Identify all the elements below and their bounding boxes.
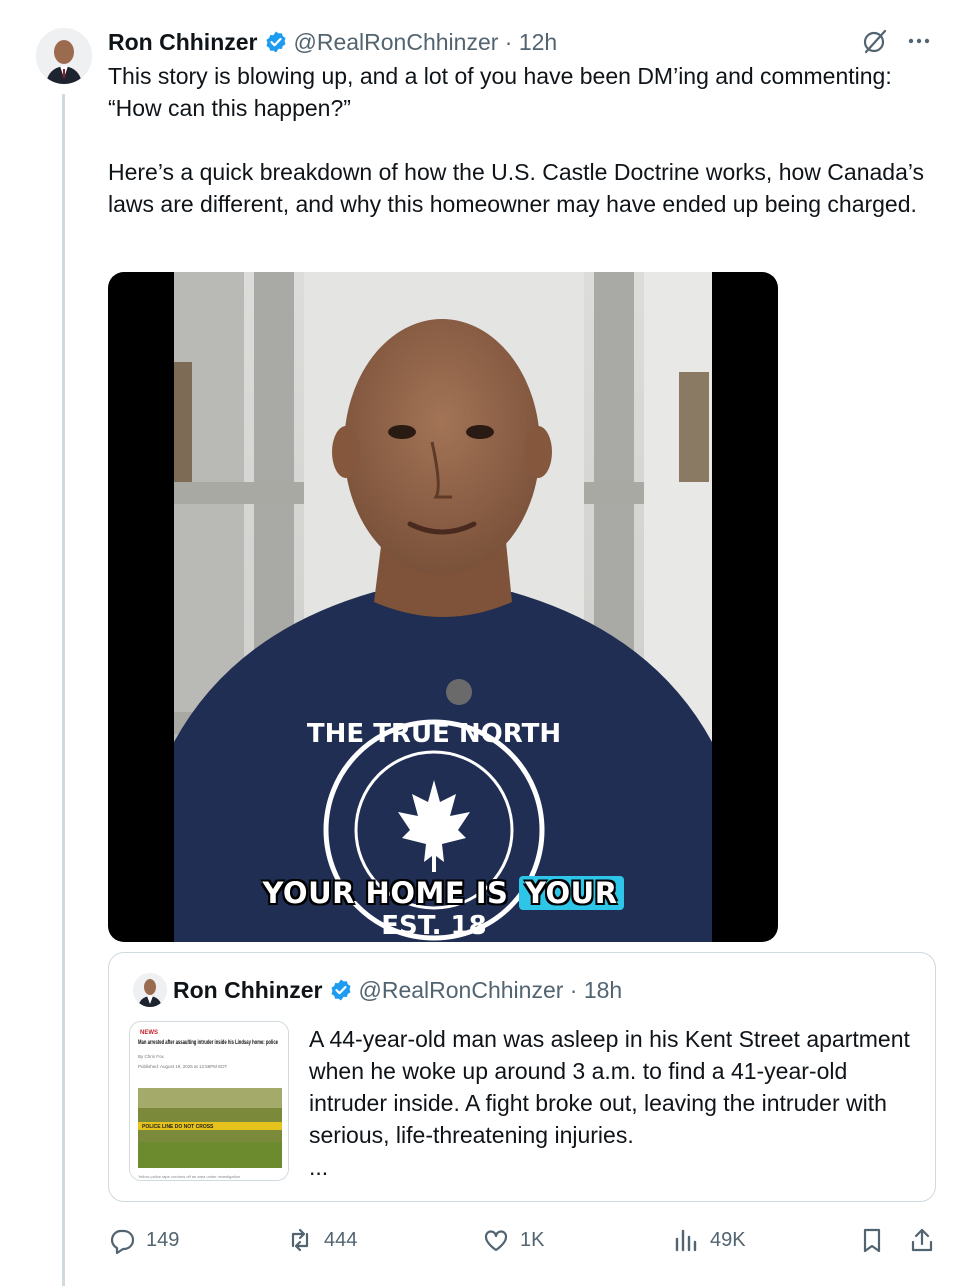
quoted-more[interactable]: ... xyxy=(309,1151,921,1183)
tweet-text: This story is blowing up, and a lot of y… xyxy=(108,60,928,220)
shirt-text-bottom: EST. 18 xyxy=(381,911,486,941)
bookmark-icon xyxy=(863,1228,881,1253)
thumb-tag: NEWS xyxy=(140,1030,158,1036)
views-button[interactable]: 49K xyxy=(672,1222,746,1258)
reply-icon xyxy=(110,1229,135,1254)
quoted-author-avatar[interactable] xyxy=(133,973,167,1007)
quoted-header: Ron Chhinzer @RealRonChhinzer · 18h xyxy=(173,973,622,1007)
share-button[interactable] xyxy=(908,1222,936,1258)
thread-line xyxy=(62,94,65,1286)
views-icon xyxy=(675,1229,697,1252)
quoted-text: A 44-year-old man was asleep in his Kent… xyxy=(309,1023,921,1183)
like-button[interactable]: 1K xyxy=(482,1222,544,1258)
thumb-published: Published: August 19, 2025 at 12:56PM ED… xyxy=(138,1064,228,1069)
repost-button[interactable]: 444 xyxy=(286,1222,357,1258)
caption-highlight: YOUR xyxy=(519,876,624,910)
action-bar: 149 444 1K 49K xyxy=(108,1222,936,1258)
verified-badge-icon[interactable] xyxy=(264,30,288,54)
more-icon[interactable] xyxy=(904,26,934,56)
reply-count: 149 xyxy=(146,1228,180,1251)
caption-text: YOUR HOME IS xyxy=(262,876,509,910)
thumb-tape: POLICE LINE DO NOT CROSS xyxy=(142,1124,214,1130)
video-frame: THE TRUE NORTH EST. 18 xyxy=(174,272,712,942)
share-icon xyxy=(911,1228,933,1252)
quoted-thumbnail[interactable]: NEWS Man arrested after assaulting intru… xyxy=(129,1021,289,1181)
quoted-body: A 44-year-old man was asleep in his Kent… xyxy=(309,1026,910,1148)
tweet-header: Ron Chhinzer @RealRonChhinzer · 12h xyxy=(108,26,934,58)
thumb-caption: Yellow police tape cordons off an area u… xyxy=(138,1174,240,1179)
quoted-handle-time[interactable]: @RealRonChhinzer · 18h xyxy=(359,977,623,1004)
video-caption: YOUR HOME IS YOUR xyxy=(108,876,778,910)
like-count: 1K xyxy=(520,1228,545,1251)
reply-button[interactable]: 149 xyxy=(108,1222,179,1258)
quoted-author-name[interactable]: Ron Chhinzer xyxy=(173,977,323,1004)
author-handle-time[interactable]: @RealRonChhinzer · 12h xyxy=(294,29,558,56)
view-count: 49K xyxy=(710,1228,746,1251)
thumb-byline: By Chris Fox xyxy=(138,1054,165,1059)
tweet-paragraph: Here’s a quick breakdown of how the U.S.… xyxy=(108,159,925,217)
like-icon xyxy=(484,1230,508,1252)
author-name[interactable]: Ron Chhinzer xyxy=(108,29,258,56)
quoted-tweet[interactable]: Ron Chhinzer @RealRonChhinzer · 18h NEWS… xyxy=(108,952,936,1202)
verified-badge-icon[interactable] xyxy=(329,978,353,1002)
repost-icon xyxy=(291,1228,309,1252)
shirt-text-top: THE TRUE NORTH xyxy=(307,719,561,749)
grok-icon[interactable] xyxy=(860,26,890,56)
thumb-headline: Man arrested after assaulting intruder i… xyxy=(138,1039,278,1046)
bookmark-button[interactable] xyxy=(858,1222,886,1258)
tweet-paragraph: This story is blowing up, and a lot of y… xyxy=(108,63,892,121)
repost-count: 444 xyxy=(324,1228,358,1251)
video-player[interactable]: THE TRUE NORTH EST. 18 YOUR HOME IS YOUR xyxy=(108,272,778,942)
author-avatar[interactable] xyxy=(36,28,92,84)
